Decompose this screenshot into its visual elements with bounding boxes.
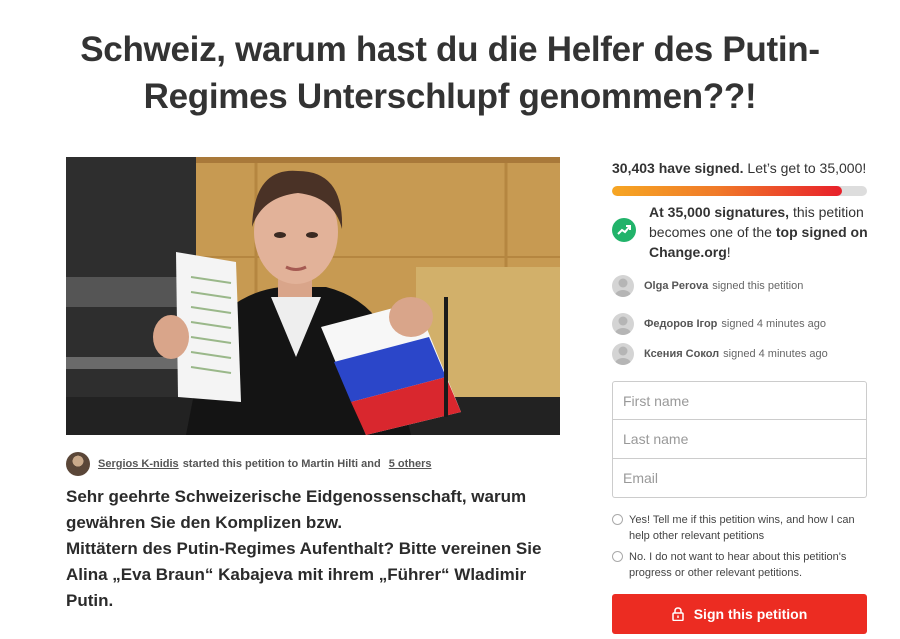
last-name-input[interactable]: [612, 420, 867, 459]
trending-up-icon: [612, 218, 636, 242]
recent-signers-list: Olga Perova signed this petition Федоров…: [612, 274, 872, 366]
progress-fill: [612, 186, 842, 196]
signed-count-text: 30,403 have signed.: [612, 160, 744, 176]
signature-count: 30,403 have signed. Let’s get to 35,000!: [612, 158, 872, 178]
recent-signer: Федоров Ігор signed 4 minutes ago: [612, 312, 872, 336]
petition-starter: Sergios K-nidis started this petition to…: [66, 452, 560, 476]
first-name-input[interactable]: [612, 381, 867, 420]
milestone-text-2: !: [726, 244, 731, 260]
signer-action: signed 4 minutes ago: [721, 318, 826, 330]
signer-action: signed 4 minutes ago: [723, 348, 828, 360]
user-avatar-icon: [612, 343, 634, 365]
petition-body-paragraph: Sehr geehrte Schweizerische Eidgenossens…: [66, 487, 527, 532]
lock-icon: [671, 607, 684, 621]
signer-name: Федоров Ігор: [644, 318, 718, 330]
signature-progress-bar: [612, 186, 867, 196]
author-avatar[interactable]: [66, 452, 90, 476]
opt-in-yes-radio[interactable]: [612, 514, 623, 525]
opt-in-yes-option[interactable]: Yes! Tell me if this petition wins, and …: [612, 512, 872, 544]
opt-in-no-radio[interactable]: [612, 551, 623, 562]
starter-text: started this petition to Martin Hilti an…: [182, 458, 381, 470]
user-avatar-icon: [612, 313, 634, 335]
signer-name: Olga Perova: [644, 280, 709, 292]
petition-photo: [66, 157, 560, 435]
signer-action: signed this petition: [712, 280, 804, 292]
sign-petition-button[interactable]: Sign this petition: [612, 594, 867, 634]
petition-body: Sehr geehrte Schweizerische Eidgenossens…: [66, 484, 566, 614]
opt-in-no-label: No. I do not want to hear about this pet…: [629, 551, 847, 579]
milestone-info: At 35,000 signatures, this petition beco…: [612, 202, 872, 262]
petition-title: Schweiz, warum hast du die Helfer des Pu…: [80, 30, 820, 116]
opt-in-no-option[interactable]: No. I do not want to hear about this pet…: [612, 549, 872, 581]
email-input[interactable]: [612, 459, 867, 498]
others-link[interactable]: 5 others: [389, 458, 432, 470]
user-avatar-icon: [612, 275, 634, 297]
author-link[interactable]: Sergios K-nidis: [98, 458, 179, 470]
petition-body-paragraph: Mittätern des Putin-Regimes Aufenthalt? …: [66, 539, 542, 610]
milestone-text: At 35,000 signatures, this petition beco…: [649, 202, 869, 262]
sign-button-label: Sign this petition: [693, 606, 808, 622]
milestone-bold-1: At 35,000 signatures,: [649, 204, 790, 220]
opt-in-yes-label: Yes! Tell me if this petition wins, and …: [629, 514, 855, 542]
signer-name: Ксения Сокол: [644, 348, 720, 360]
recent-signer: Olga Perova signed this petition: [612, 274, 872, 298]
recent-signer: Ксения Сокол signed 4 minutes ago: [612, 342, 872, 366]
goal-text: Let’s get to 35,000!: [747, 160, 867, 176]
sign-form: [612, 381, 867, 498]
